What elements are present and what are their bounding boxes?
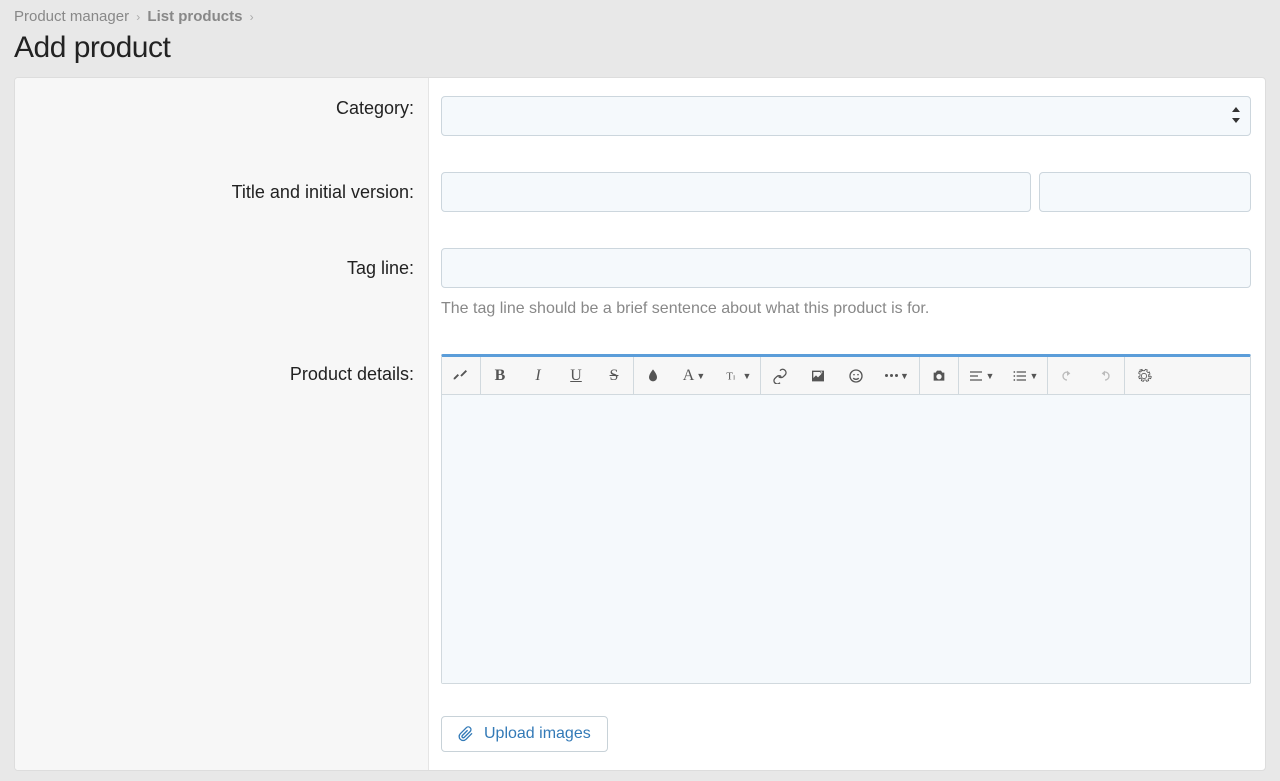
- editor-toolbar: B I U S A▼ TI▼: [442, 357, 1250, 395]
- more-button[interactable]: ▼: [875, 357, 919, 394]
- paperclip-icon: [458, 726, 474, 742]
- title-input[interactable]: [441, 172, 1031, 212]
- title-label: Title and initial version:: [15, 154, 429, 230]
- rich-text-editor: B I U S A▼ TI▼: [441, 354, 1251, 684]
- tagline-input[interactable]: [441, 248, 1251, 288]
- camera-button[interactable]: [920, 357, 958, 394]
- tagline-help-text: The tag line should be a brief sentence …: [441, 300, 1251, 318]
- clear-format-button[interactable]: [442, 357, 480, 394]
- undo-button[interactable]: [1048, 357, 1086, 394]
- settings-button[interactable]: [1125, 357, 1163, 394]
- align-button[interactable]: ▼: [959, 357, 1003, 394]
- font-size-button[interactable]: TI▼: [716, 357, 760, 394]
- version-input[interactable]: [1039, 172, 1251, 212]
- breadcrumb-item-product-manager[interactable]: Product manager: [14, 8, 129, 25]
- tagline-label: Tag line:: [15, 230, 429, 336]
- underline-button[interactable]: U: [557, 357, 595, 394]
- chevron-right-icon: ›: [247, 10, 257, 24]
- form-panel: Category: Title and initial version: Tag…: [14, 77, 1266, 771]
- color-button[interactable]: [634, 357, 672, 394]
- image-button[interactable]: [799, 357, 837, 394]
- list-button[interactable]: ▼: [1003, 357, 1047, 394]
- details-textarea[interactable]: [442, 395, 1250, 683]
- redo-button[interactable]: [1086, 357, 1124, 394]
- link-button[interactable]: [761, 357, 799, 394]
- page-title: Add product: [14, 31, 1266, 65]
- strikethrough-button[interactable]: S: [595, 357, 633, 394]
- font-family-button[interactable]: A▼: [672, 357, 716, 394]
- category-label: Category:: [15, 78, 429, 154]
- category-select[interactable]: [441, 96, 1251, 136]
- svg-text:T: T: [726, 371, 733, 382]
- italic-button[interactable]: I: [519, 357, 557, 394]
- svg-text:I: I: [733, 374, 735, 381]
- upload-images-label: Upload images: [484, 725, 591, 743]
- details-label: Product details:: [15, 336, 429, 770]
- breadcrumb: Product manager › List products ›: [14, 8, 1266, 25]
- upload-images-button[interactable]: Upload images: [441, 716, 608, 752]
- bold-button[interactable]: B: [481, 357, 519, 394]
- chevron-right-icon: ›: [133, 10, 143, 24]
- breadcrumb-item-list-products[interactable]: List products: [147, 8, 242, 25]
- emoji-button[interactable]: [837, 357, 875, 394]
